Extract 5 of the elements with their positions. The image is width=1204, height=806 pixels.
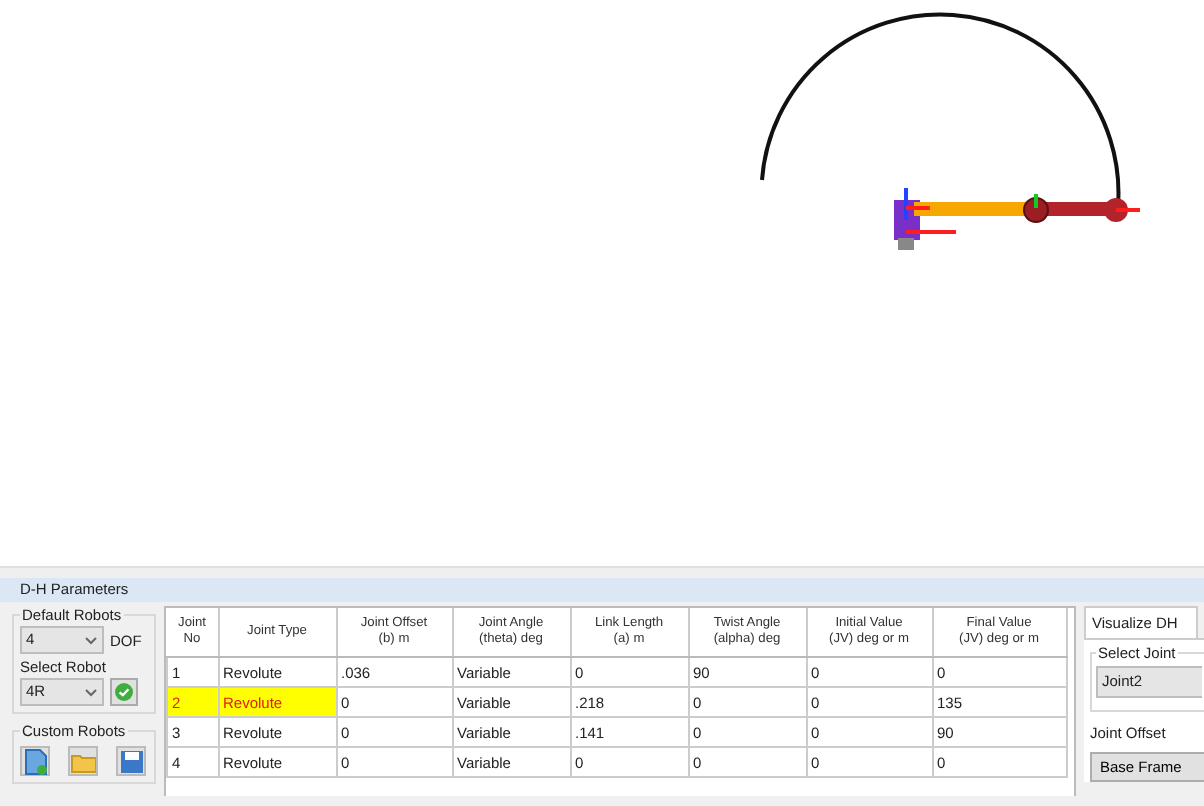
new-file-button[interactable]: [20, 746, 50, 776]
confirm-button[interactable]: [110, 678, 138, 706]
save-button[interactable]: [116, 746, 146, 776]
caret-icon: [84, 688, 98, 698]
caret-icon: [84, 636, 98, 646]
